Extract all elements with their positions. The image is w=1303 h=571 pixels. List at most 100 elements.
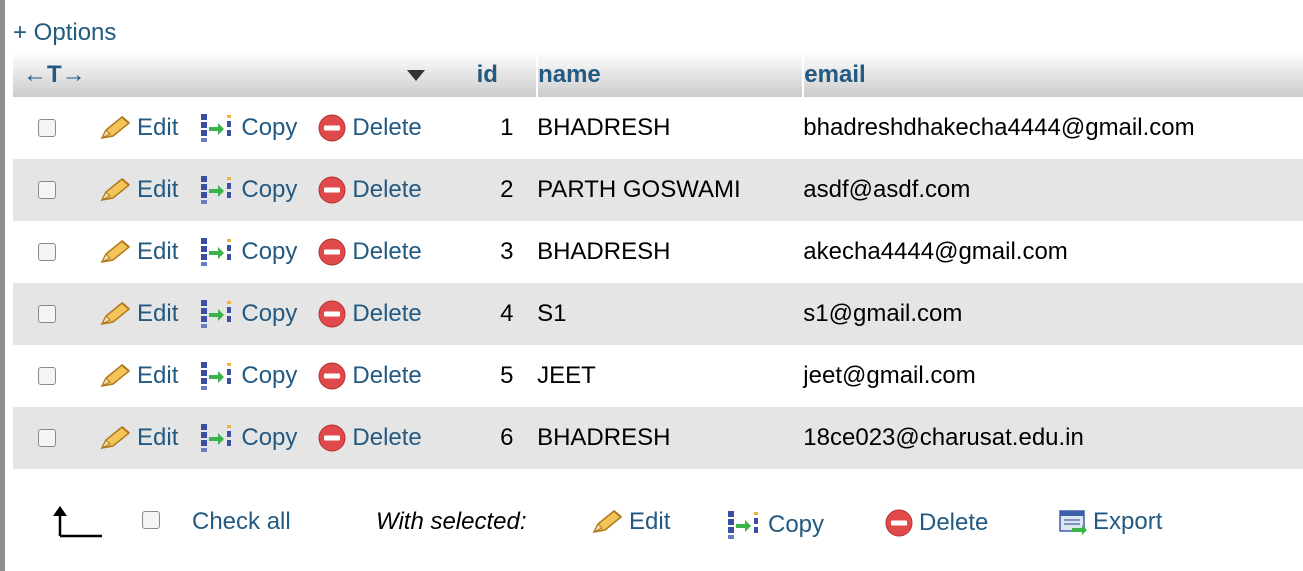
pencil-icon — [98, 424, 132, 452]
copy-icon — [198, 421, 236, 455]
row-edit-label: Edit — [137, 362, 179, 389]
row-edit-label: Edit — [137, 424, 179, 451]
column-width-arrows[interactable]: ←T→ — [13, 61, 86, 88]
column-header-email[interactable]: email — [802, 52, 1303, 97]
row-edit-button[interactable]: Edit — [98, 300, 178, 328]
row-actions-cell: Edit Copy Delete — [13, 283, 477, 345]
delete-icon — [317, 113, 347, 143]
row-delete-label: Delete — [352, 238, 422, 265]
row-actions-cell: Edit Copy Delete — [13, 221, 477, 283]
table-header-row: ←T→ id name email — [13, 52, 1303, 97]
column-nav-header: ←T→ — [13, 52, 407, 97]
bulk-copy-label: Copy — [768, 511, 825, 538]
options-link[interactable]: + Options — [13, 19, 116, 47]
row-copy-button[interactable]: Copy — [198, 421, 297, 455]
table-row: Edit Copy Delete 1 BHADRESH bhadreshdhak… — [13, 97, 1303, 159]
row-copy-button[interactable]: Copy — [198, 111, 297, 145]
bulk-delete-button[interactable]: Delete — [884, 508, 988, 538]
row-edit-button[interactable]: Edit — [98, 238, 178, 266]
sort-toggle[interactable] — [406, 52, 477, 97]
copy-icon — [198, 359, 236, 393]
row-delete-button[interactable]: Delete — [317, 299, 422, 329]
row-checkbox[interactable] — [38, 243, 56, 261]
cell-email: 18ce023@charusat.edu.in — [803, 407, 1303, 469]
check-all-link[interactable]: Check all — [192, 508, 291, 536]
row-edit-button[interactable]: Edit — [98, 176, 178, 204]
bulk-edit-label: Edit — [629, 508, 671, 535]
delete-icon — [317, 175, 347, 205]
row-edit-button[interactable]: Edit — [98, 114, 178, 142]
pencil-icon — [98, 176, 132, 204]
copy-icon — [198, 173, 236, 207]
row-checkbox[interactable] — [38, 429, 56, 447]
bulk-delete-label: Delete — [919, 509, 989, 536]
row-delete-label: Delete — [352, 362, 422, 389]
pencil-icon — [98, 300, 132, 328]
export-icon — [1058, 508, 1088, 536]
row-copy-button[interactable]: Copy — [198, 173, 297, 207]
row-edit-label: Edit — [137, 238, 179, 265]
row-checkbox[interactable] — [38, 119, 56, 137]
results-table: ←T→ id name email Edit Copy Delete 1 BHA… — [13, 52, 1303, 469]
bulk-actions-bar: Check all With selected: Edit Copy Delet… — [0, 500, 1303, 550]
row-copy-button[interactable]: Copy — [198, 235, 297, 269]
row-delete-label: Delete — [352, 176, 422, 203]
row-checkbox[interactable] — [38, 367, 56, 385]
cell-email: akecha4444@gmail.com — [803, 221, 1303, 283]
with-selected-label: With selected: — [376, 508, 527, 535]
table-row: Edit Copy Delete 6 BHADRESH 18ce023@char… — [13, 407, 1303, 469]
cell-email: bhadreshdhakecha4444@gmail.com — [803, 97, 1303, 159]
row-delete-label: Delete — [352, 114, 422, 141]
bulk-export-label: Export — [1093, 508, 1163, 535]
row-copy-button[interactable]: Copy — [198, 359, 297, 393]
table-row: Edit Copy Delete 5 JEET jeet@gmail.com — [13, 345, 1303, 407]
sort-triangle-icon[interactable] — [406, 69, 425, 81]
row-copy-button[interactable]: Copy — [198, 297, 297, 331]
cell-id: 6 — [476, 407, 538, 469]
row-actions-cell: Edit Copy Delete — [13, 159, 477, 221]
row-checkbox[interactable] — [38, 181, 56, 199]
copy-icon — [198, 111, 236, 145]
row-edit-button[interactable]: Edit — [98, 362, 178, 390]
row-delete-button[interactable]: Delete — [317, 175, 422, 205]
cell-name: JEET — [537, 345, 804, 407]
row-actions-cell: Edit Copy Delete — [13, 345, 477, 407]
row-edit-label: Edit — [137, 300, 179, 327]
row-edit-label: Edit — [137, 114, 179, 141]
bulk-copy-button[interactable]: Copy — [725, 508, 824, 542]
copy-icon — [198, 297, 236, 331]
delete-icon — [317, 237, 347, 267]
column-header-id[interactable]: id — [476, 52, 538, 97]
cell-email: jeet@gmail.com — [803, 345, 1303, 407]
cell-name: BHADRESH — [537, 221, 804, 283]
pencil-icon — [98, 114, 132, 142]
cell-id: 3 — [476, 221, 538, 283]
row-delete-button[interactable]: Delete — [317, 113, 422, 143]
row-delete-label: Delete — [352, 300, 422, 327]
row-delete-button[interactable]: Delete — [317, 237, 422, 267]
row-delete-button[interactable]: Delete — [317, 361, 422, 391]
table-row: Edit Copy Delete 4 S1 s1@gmail.com — [13, 283, 1303, 345]
row-delete-button[interactable]: Delete — [317, 423, 422, 453]
cell-name: PARTH GOSWAMI — [537, 159, 804, 221]
bulk-export-button[interactable]: Export — [1058, 508, 1162, 536]
table-row: Edit Copy Delete 2 PARTH GOSWAMI asdf@as… — [13, 159, 1303, 221]
row-copy-label: Copy — [241, 424, 298, 451]
copy-icon — [198, 235, 236, 269]
row-copy-label: Copy — [241, 362, 298, 389]
cell-email: s1@gmail.com — [803, 283, 1303, 345]
bulk-edit-button[interactable]: Edit — [590, 508, 670, 536]
copy-icon — [725, 508, 763, 542]
row-edit-button[interactable]: Edit — [98, 424, 178, 452]
delete-icon — [317, 361, 347, 391]
pencil-icon — [98, 238, 132, 266]
check-all-checkbox[interactable] — [142, 511, 160, 529]
row-copy-label: Copy — [241, 300, 298, 327]
cell-name: S1 — [537, 283, 804, 345]
column-header-name[interactable]: name — [536, 52, 804, 97]
left-border — [0, 0, 5, 571]
cell-id: 1 — [476, 97, 538, 159]
check-all-arrow-icon — [53, 506, 102, 538]
row-checkbox[interactable] — [38, 305, 56, 323]
row-copy-label: Copy — [241, 176, 298, 203]
